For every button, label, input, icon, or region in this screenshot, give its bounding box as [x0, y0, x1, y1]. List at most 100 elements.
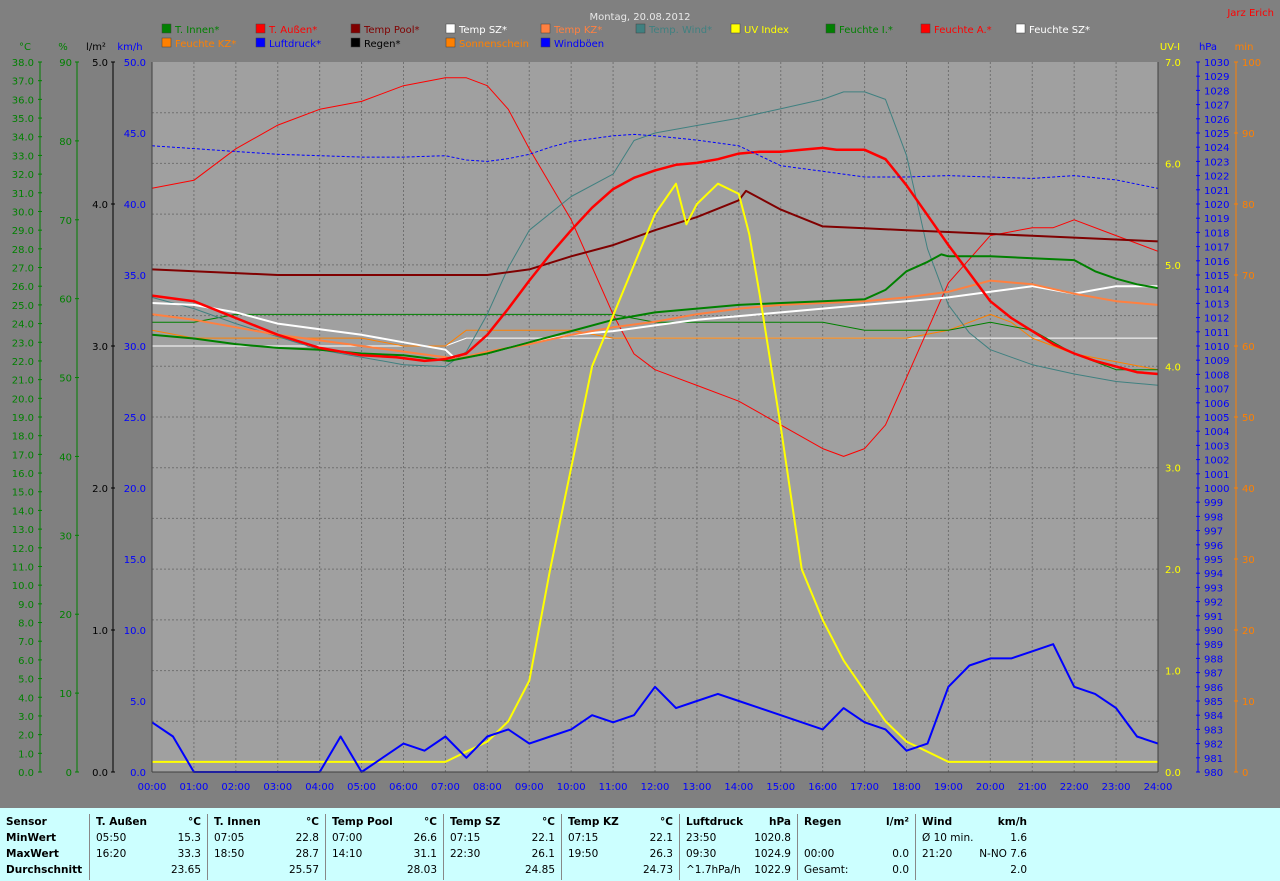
legend-swatch	[255, 23, 266, 34]
time-tick-label: 07:00	[431, 782, 460, 793]
humidity-tick-label: 20	[59, 610, 72, 621]
stats-trend: ^1.7hPa/h	[686, 864, 741, 876]
stats-time: 23:50	[686, 832, 717, 844]
time-tick-label: 05:00	[347, 782, 376, 793]
wind-tick-label: 5.0	[130, 697, 146, 708]
temp-tick-label: 30.0	[12, 207, 34, 218]
stats-unit: °C	[306, 816, 319, 828]
temp-tick-label: 34.0	[12, 133, 34, 144]
pressure-tick-label: 991	[1204, 612, 1223, 623]
temp-tick-label: 3.0	[18, 712, 34, 723]
humidity-tick-label: 50	[59, 374, 72, 385]
wind-tick-label: 35.0	[124, 271, 146, 282]
temp-tick-label: 32.0	[12, 170, 34, 181]
rain-axis-unit: l/m²	[86, 42, 106, 53]
temp-tick-label: 38.0	[12, 58, 34, 69]
stats-time: 09:30	[686, 848, 717, 860]
humidity-tick-label: 70	[59, 216, 72, 227]
legend-label: Temp Pool*	[363, 25, 420, 36]
pressure-tick-label: 1015	[1204, 271, 1229, 282]
time-tick-label: 02:00	[221, 782, 250, 793]
pressure-tick-label: 1018	[1204, 228, 1229, 239]
pressure-tick-label: 1011	[1204, 328, 1229, 339]
pressure-tick-label: 1016	[1204, 257, 1229, 268]
time-tick-label: 20:00	[976, 782, 1005, 793]
pressure-tick-label: 1017	[1204, 243, 1229, 254]
stats-value: N-NO 7.6	[979, 848, 1027, 860]
humidity-tick-label: 30	[59, 531, 72, 542]
pressure-tick-label: 1030	[1204, 58, 1229, 69]
stats-time: 07:15	[450, 832, 481, 844]
pressure-tick-label: 983	[1204, 725, 1223, 736]
pressure-tick-label: 1013	[1204, 299, 1229, 310]
pressure-tick-label: 986	[1204, 683, 1223, 694]
pressure-tick-label: 1010	[1204, 342, 1229, 353]
pressure-tick-label: 997	[1204, 527, 1223, 538]
time-tick-label: 11:00	[599, 782, 628, 793]
humidity-tick-label: 80	[59, 137, 72, 148]
pressure-tick-label: 982	[1204, 740, 1223, 751]
sun-tick-label: 80	[1242, 200, 1255, 211]
legend-swatch	[540, 23, 551, 34]
pressure-tick-label: 994	[1204, 569, 1223, 580]
uv-tick-label: 7.0	[1165, 58, 1181, 69]
legend-swatch	[445, 23, 456, 34]
stats-unit: km/h	[997, 816, 1027, 828]
sun-axis-unit: min	[1235, 42, 1254, 53]
stats-value: 24.85	[524, 864, 555, 876]
legend-label: T. Innen*	[174, 25, 219, 36]
stats-header: Luftdruck	[686, 816, 744, 828]
stats-time: 14:10	[332, 848, 363, 860]
sun-tick-label: 40	[1242, 484, 1255, 495]
pressure-tick-label: 1012	[1204, 314, 1229, 325]
stats-unit: °C	[660, 816, 673, 828]
legend-label: Temp SZ*	[458, 25, 507, 36]
legend-label: Feuchte I.*	[839, 25, 893, 36]
stats-time: 05:50	[96, 832, 127, 844]
sun-tick-label: 0	[1242, 768, 1248, 779]
sun-tick-label: 60	[1242, 342, 1255, 353]
wind-axis-unit: km/h	[117, 42, 142, 53]
stats-time: 16:20	[96, 848, 127, 860]
pressure-tick-label: 1004	[1204, 427, 1229, 438]
stats-col-luftdruck: Luftdruck hPa 23:50 1020.8 09:30 1024.9 ^1.…	[679, 814, 797, 880]
plot-area	[152, 62, 1158, 772]
pressure-tick-label: 1008	[1204, 370, 1229, 381]
humidity-axis-unit: %	[58, 42, 68, 53]
stats-value: 23.65	[170, 864, 201, 876]
temp-tick-label: 8.0	[18, 619, 34, 630]
pressure-tick-label: 996	[1204, 541, 1223, 552]
rain-tick-label: 4.0	[92, 200, 108, 211]
stats-unit: hPa	[769, 816, 791, 828]
pressure-tick-label: 992	[1204, 598, 1223, 609]
legend-label: Feuchte SZ*	[1029, 25, 1090, 36]
stats-value: 22.1	[649, 832, 673, 844]
legend-swatch	[161, 23, 172, 34]
time-tick-label: 06:00	[389, 782, 418, 793]
stats-value: 28.03	[406, 864, 437, 876]
author-label: Jarz Erich	[1226, 8, 1274, 19]
temp-tick-label: 27.0	[12, 264, 34, 275]
temp-tick-label: 29.0	[12, 226, 34, 237]
temp-tick-label: 24.0	[12, 320, 34, 331]
stats-value: 1020.8	[754, 832, 791, 844]
time-tick-label: 12:00	[641, 782, 670, 793]
time-tick-label: 04:00	[305, 782, 334, 793]
time-tick-label: 14:00	[724, 782, 753, 793]
temp-tick-label: 1.0	[18, 749, 34, 760]
stats-value: 22.8	[295, 832, 319, 844]
temp-tick-label: 25.0	[12, 301, 34, 312]
temp-tick-label: 35.0	[12, 114, 34, 125]
stats-value: 31.1	[413, 848, 437, 860]
stats-value: 1022.9	[754, 864, 791, 876]
stats-label: Sensor	[6, 816, 47, 828]
pressure-tick-label: 1028	[1204, 86, 1229, 97]
pressure-tick-label: 1021	[1204, 186, 1229, 197]
temp-tick-label: 21.0	[12, 376, 34, 387]
legend-swatch	[730, 23, 741, 34]
legend-label: UV Index	[744, 25, 789, 36]
pressure-tick-label: 1009	[1204, 356, 1229, 367]
rain-tick-label: 3.0	[92, 342, 108, 353]
rain-tick-label: 5.0	[92, 58, 108, 69]
stats-value: 28.7	[295, 848, 319, 860]
